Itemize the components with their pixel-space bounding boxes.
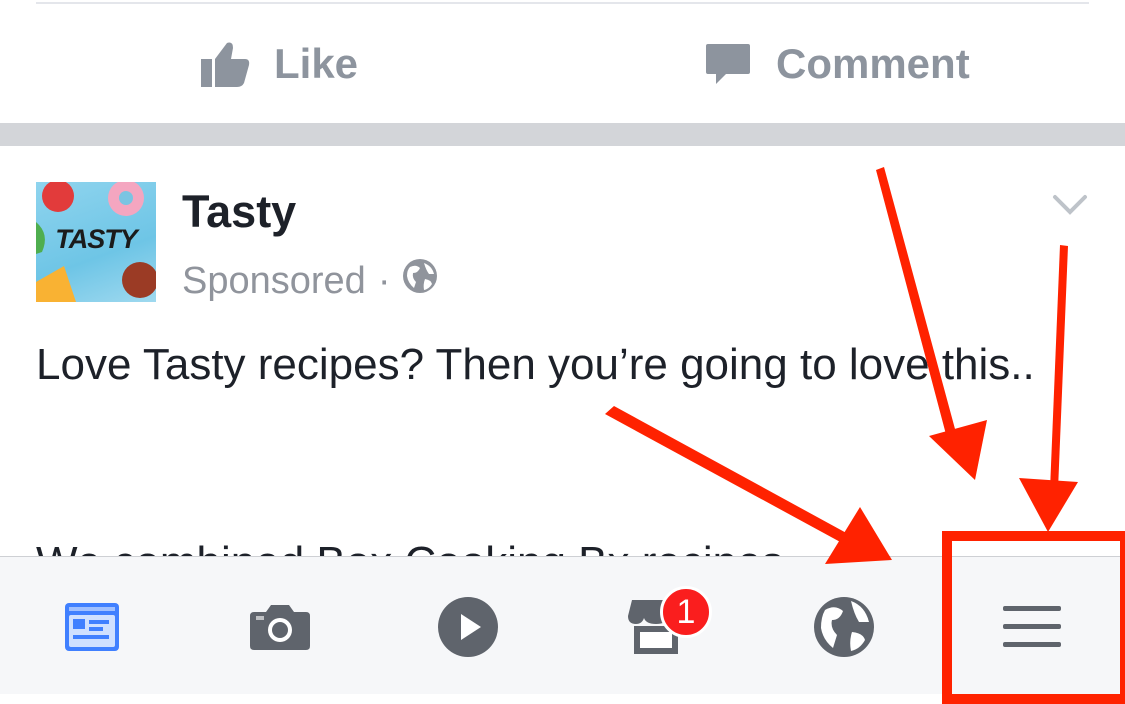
thumbs-up-icon: [200, 39, 250, 89]
post-header: TASTY Tasty Sponsored ·: [0, 146, 1125, 316]
feed-separator: [0, 123, 1125, 146]
like-button[interactable]: Like: [200, 5, 358, 123]
news-feed-icon[interactable]: [60, 595, 124, 659]
like-label: Like: [274, 40, 359, 87]
avatar-brand-text: TASTY: [55, 224, 138, 254]
camera-icon[interactable]: [248, 595, 312, 659]
page-name[interactable]: Tasty: [182, 186, 296, 238]
globe-icon[interactable]: [812, 595, 876, 659]
annotation-highlight-box: [942, 531, 1125, 704]
meta-separator: ·: [377, 259, 391, 302]
post-meta: Sponsored ·: [182, 258, 438, 304]
page-avatar[interactable]: TASTY: [36, 182, 156, 302]
post-options-chevron-icon[interactable]: [1052, 194, 1088, 221]
marketplace-notification-badge: 1: [660, 586, 712, 638]
comment-button[interactable]: Comment: [704, 5, 970, 123]
post-text: Love Tasty recipes? Then you’re going to…: [36, 340, 1035, 389]
sponsored-label[interactable]: Sponsored: [182, 260, 366, 303]
audience-globe-icon: [402, 258, 438, 304]
comment-bubble-icon: [704, 40, 752, 88]
action-bar: Like Comment: [0, 5, 1125, 123]
video-play-icon[interactable]: [436, 595, 500, 659]
top-divider: [36, 2, 1089, 4]
comment-label: Comment: [776, 40, 970, 87]
